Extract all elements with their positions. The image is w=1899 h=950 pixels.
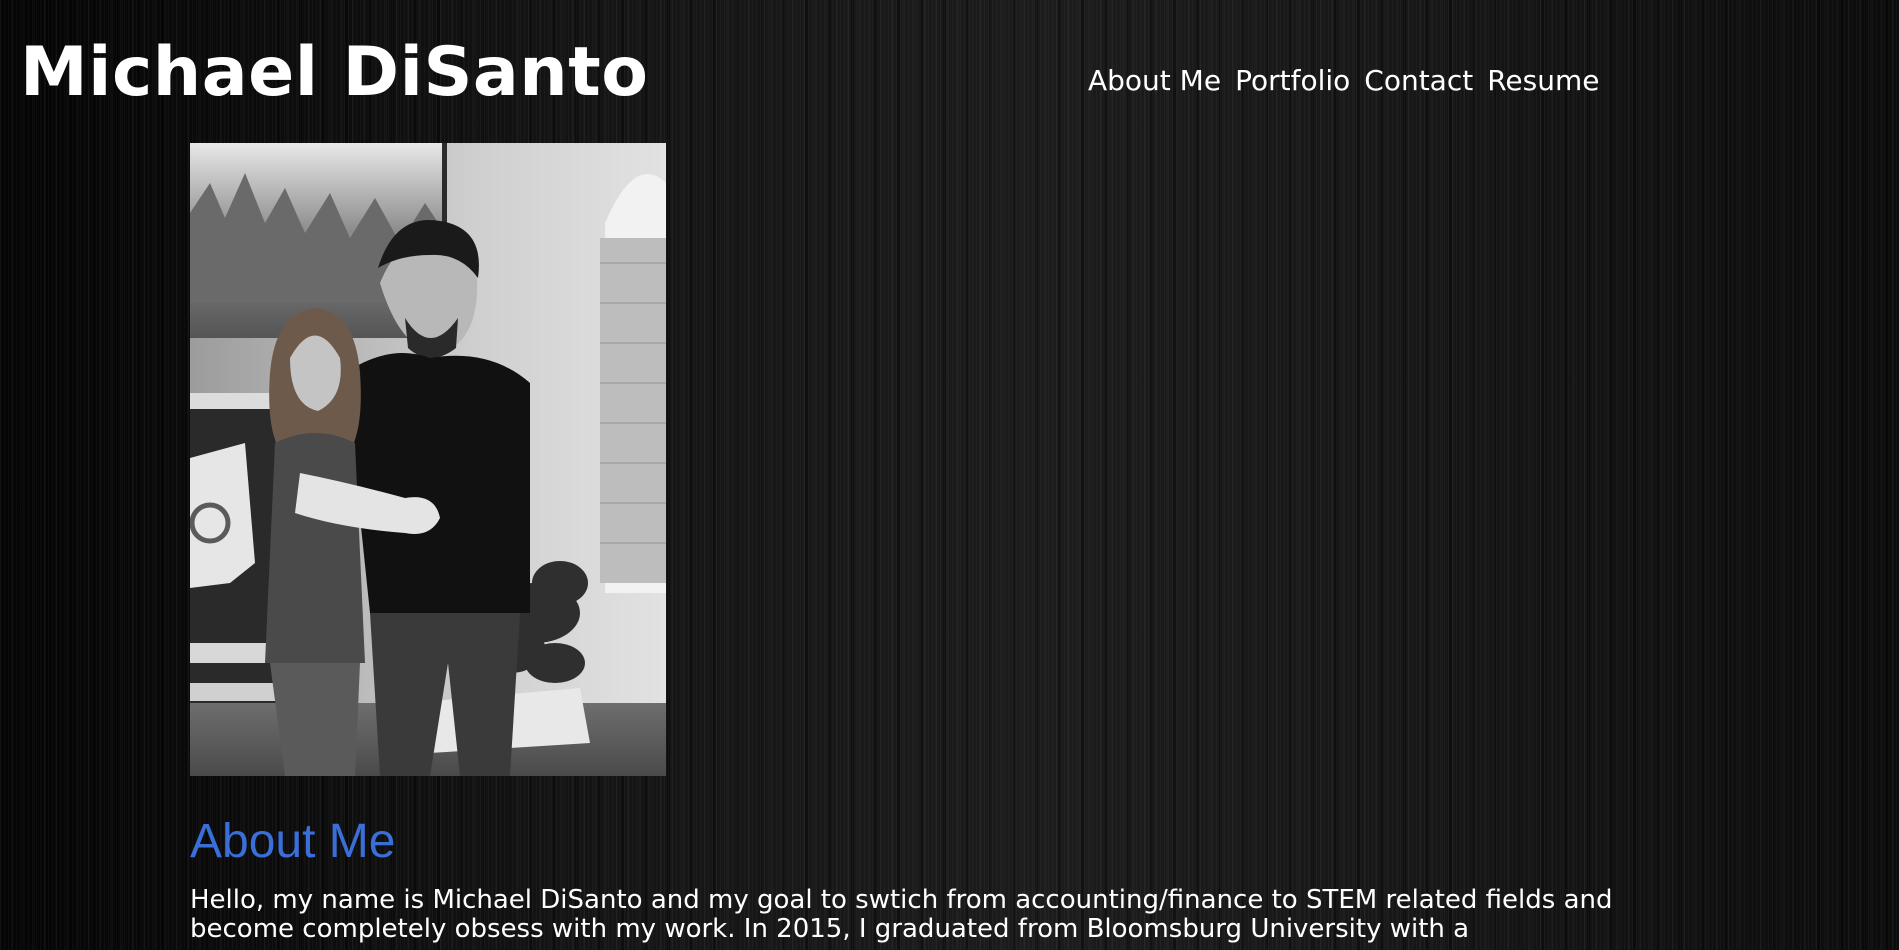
main-nav: About Me Portfolio Contact Resume	[1088, 62, 1599, 100]
nav-link-portfolio[interactable]: Portfolio	[1235, 62, 1350, 100]
nav-link-resume[interactable]: Resume	[1487, 62, 1599, 100]
nav-link-contact[interactable]: Contact	[1364, 62, 1473, 100]
site-title: Michael DiSanto	[20, 33, 649, 112]
profile-photo	[190, 143, 666, 776]
about-me-text: Hello, my name is Michael DiSanto and my…	[190, 885, 1613, 944]
about-me-heading: About Me	[190, 815, 396, 868]
nav-link-about-me[interactable]: About Me	[1088, 62, 1221, 100]
page: Michael DiSanto About Me Portfolio Conta…	[0, 0, 1899, 950]
